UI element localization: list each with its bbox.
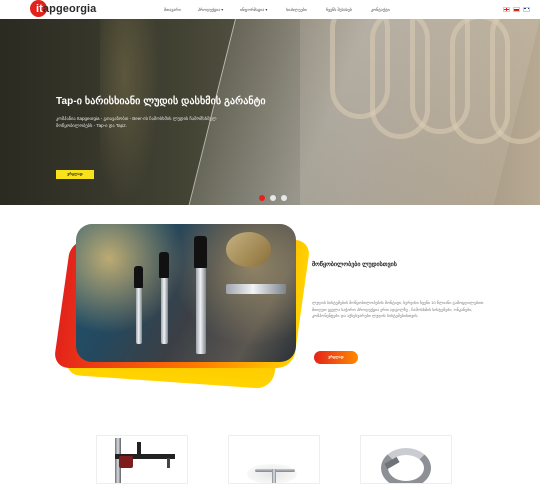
nav-item-products[interactable]: პროდუქცია ▾ <box>198 7 223 12</box>
feature-more-button[interactable]: ვრცლად <box>314 351 358 364</box>
nav-item-info[interactable]: ინფორმაცია ▾ <box>240 7 267 12</box>
logo-suffix: apgeorgia <box>42 3 97 15</box>
product-card-tap-faucet[interactable] <box>228 435 320 484</box>
product-card-tap-tower[interactable] <box>96 435 188 484</box>
nav-item-about[interactable]: ჩვენს შესახებ <box>326 7 352 12</box>
slider-dot[interactable] <box>259 195 265 201</box>
feature-image-beer-taps <box>76 224 296 362</box>
slider-dots <box>259 195 287 201</box>
product-card-hose-clamp[interactable] <box>360 435 452 484</box>
uk-flag-icon[interactable] <box>523 7 530 12</box>
slider-dot[interactable] <box>281 195 287 201</box>
hero-description: კომპანია Itapgeorgia - გთავაზობთ - Beer-… <box>56 116 217 128</box>
site-header: itapgeorgia მთავარი პროდუქცია ▾ ინფორმაც… <box>0 0 540 20</box>
logo-prefix: it <box>36 3 43 15</box>
slider-dot[interactable] <box>270 195 276 201</box>
nav-item-home[interactable]: მთავარი <box>164 7 181 12</box>
hero-slider: Tap-ი ხარისხიანი ლუდის დასხმის გარანტი კ… <box>0 19 540 205</box>
site-logo[interactable]: itapgeorgia <box>30 0 96 18</box>
feature-description: ლუდის სისტემების მოწყობილობების მონტაჟი,… <box>312 300 485 318</box>
hero-title: Tap-ი ხარისხიანი ლუდის დასხმის გარანტი <box>56 96 266 107</box>
georgia-flag-icon[interactable] <box>503 7 510 12</box>
russia-flag-icon[interactable] <box>513 7 520 12</box>
nav-item-news[interactable]: სიახლეები <box>286 7 307 12</box>
language-switcher <box>503 7 530 12</box>
nav-item-contact[interactable]: კონტაქტი <box>371 7 390 12</box>
feature-title: მოწყობილობები ლუდისთვის <box>312 262 397 268</box>
hero-more-button[interactable]: ვრცლად <box>56 170 94 179</box>
hero-image-taps <box>300 19 540 205</box>
